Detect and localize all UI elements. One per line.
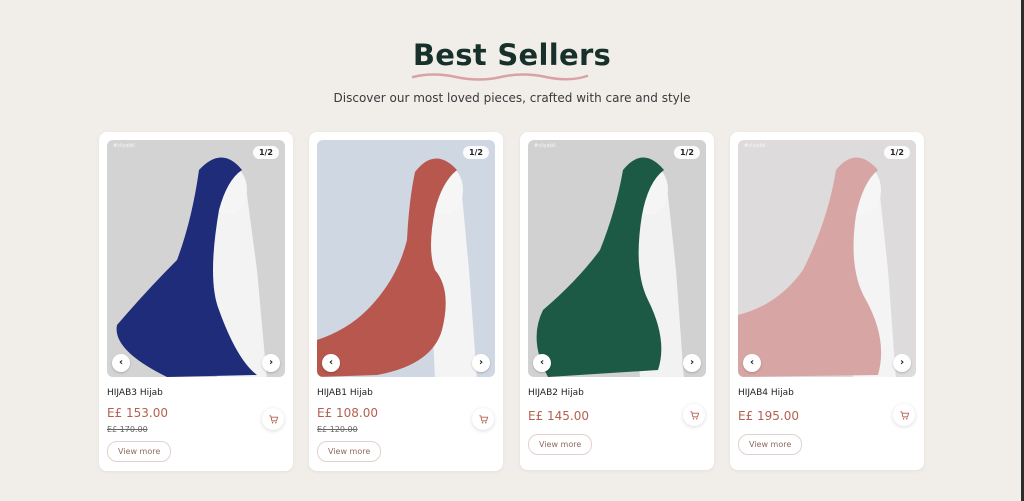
cart-icon [478, 414, 488, 423]
section-title: Best Sellers [411, 38, 612, 81]
product-name[interactable]: HIJAB3 Hijab [107, 388, 163, 398]
view-more-button[interactable]: View more [738, 434, 803, 455]
product-old-price: E£ 170.00 [107, 425, 148, 434]
product-image-carousel[interactable]: #cliyabil 1/2 ‹ › [528, 140, 706, 377]
cart-icon [268, 414, 278, 423]
product-image-carousel[interactable]: #cliyabil 1/2 ‹ › [107, 140, 285, 377]
product-name[interactable]: HIJAB4 Hijab [738, 388, 794, 398]
cart-icon [899, 410, 909, 419]
image-watermark: #cliyabil [113, 143, 135, 149]
add-to-cart-button[interactable] [472, 408, 494, 430]
product-image [738, 140, 916, 377]
product-name[interactable]: HIJAB2 Hijab [528, 388, 584, 398]
image-counter: 1/2 [252, 146, 279, 159]
product-image [528, 140, 706, 377]
product-price: E£ 145.00 [528, 409, 590, 423]
chevron-right-icon[interactable]: › [472, 354, 490, 372]
product-card[interactable]: #cliyabil 1/2 ‹ › HIJAB4 Hijab E£ 195.00… [730, 132, 924, 470]
chevron-right-icon[interactable]: › [893, 354, 911, 372]
product-card[interactable]: 1/2 ‹ › HIJAB1 Hijab E£ 108.00 E£ 120.00… [309, 132, 503, 471]
section-subtitle: Discover our most loved pieces, crafted … [333, 91, 691, 105]
cart-icon [689, 410, 699, 419]
image-watermark: #cliyabil [744, 143, 766, 149]
image-counter: 1/2 [673, 146, 700, 159]
product-name[interactable]: HIJAB1 Hijab [317, 388, 373, 398]
chevron-left-icon[interactable]: ‹ [533, 354, 551, 372]
chevron-left-icon[interactable]: ‹ [112, 354, 130, 372]
image-watermark: #cliyabil [534, 143, 556, 149]
product-image [317, 140, 495, 377]
chevron-left-icon[interactable]: ‹ [322, 354, 340, 372]
image-counter: 1/2 [883, 146, 910, 159]
add-to-cart-button[interactable] [683, 404, 705, 426]
product-price: E£ 108.00 [317, 406, 379, 420]
product-image-carousel[interactable]: 1/2 ‹ › [317, 140, 495, 377]
product-image [107, 140, 285, 377]
image-counter: 1/2 [462, 146, 489, 159]
product-price: E£ 195.00 [738, 409, 800, 423]
view-more-button[interactable]: View more [317, 441, 382, 462]
product-card[interactable]: #cliyabil 1/2 ‹ › HIJAB2 Hijab E£ 145.00… [520, 132, 714, 470]
add-to-cart-button[interactable] [893, 404, 915, 426]
chevron-right-icon[interactable]: › [683, 354, 701, 372]
product-price: E£ 153.00 [107, 406, 169, 420]
view-more-button[interactable]: View more [107, 441, 172, 462]
section-title-text: Best Sellers [412, 38, 612, 72]
chevron-right-icon[interactable]: › [262, 354, 280, 372]
view-more-button[interactable]: View more [528, 434, 593, 455]
product-image-carousel[interactable]: #cliyabil 1/2 ‹ › [738, 140, 916, 377]
chevron-left-icon[interactable]: ‹ [743, 354, 761, 372]
section-header: Best Sellers Discover our most loved pie… [0, 38, 1024, 105]
product-old-price: E£ 120.00 [317, 425, 358, 434]
product-card[interactable]: #cliyabil 1/2 ‹ › HIJAB3 Hijab E£ 153.00… [99, 132, 293, 471]
title-underline [411, 73, 589, 81]
add-to-cart-button[interactable] [262, 408, 284, 430]
product-grid: #cliyabil 1/2 ‹ › HIJAB3 Hijab E£ 153.00… [99, 132, 924, 472]
